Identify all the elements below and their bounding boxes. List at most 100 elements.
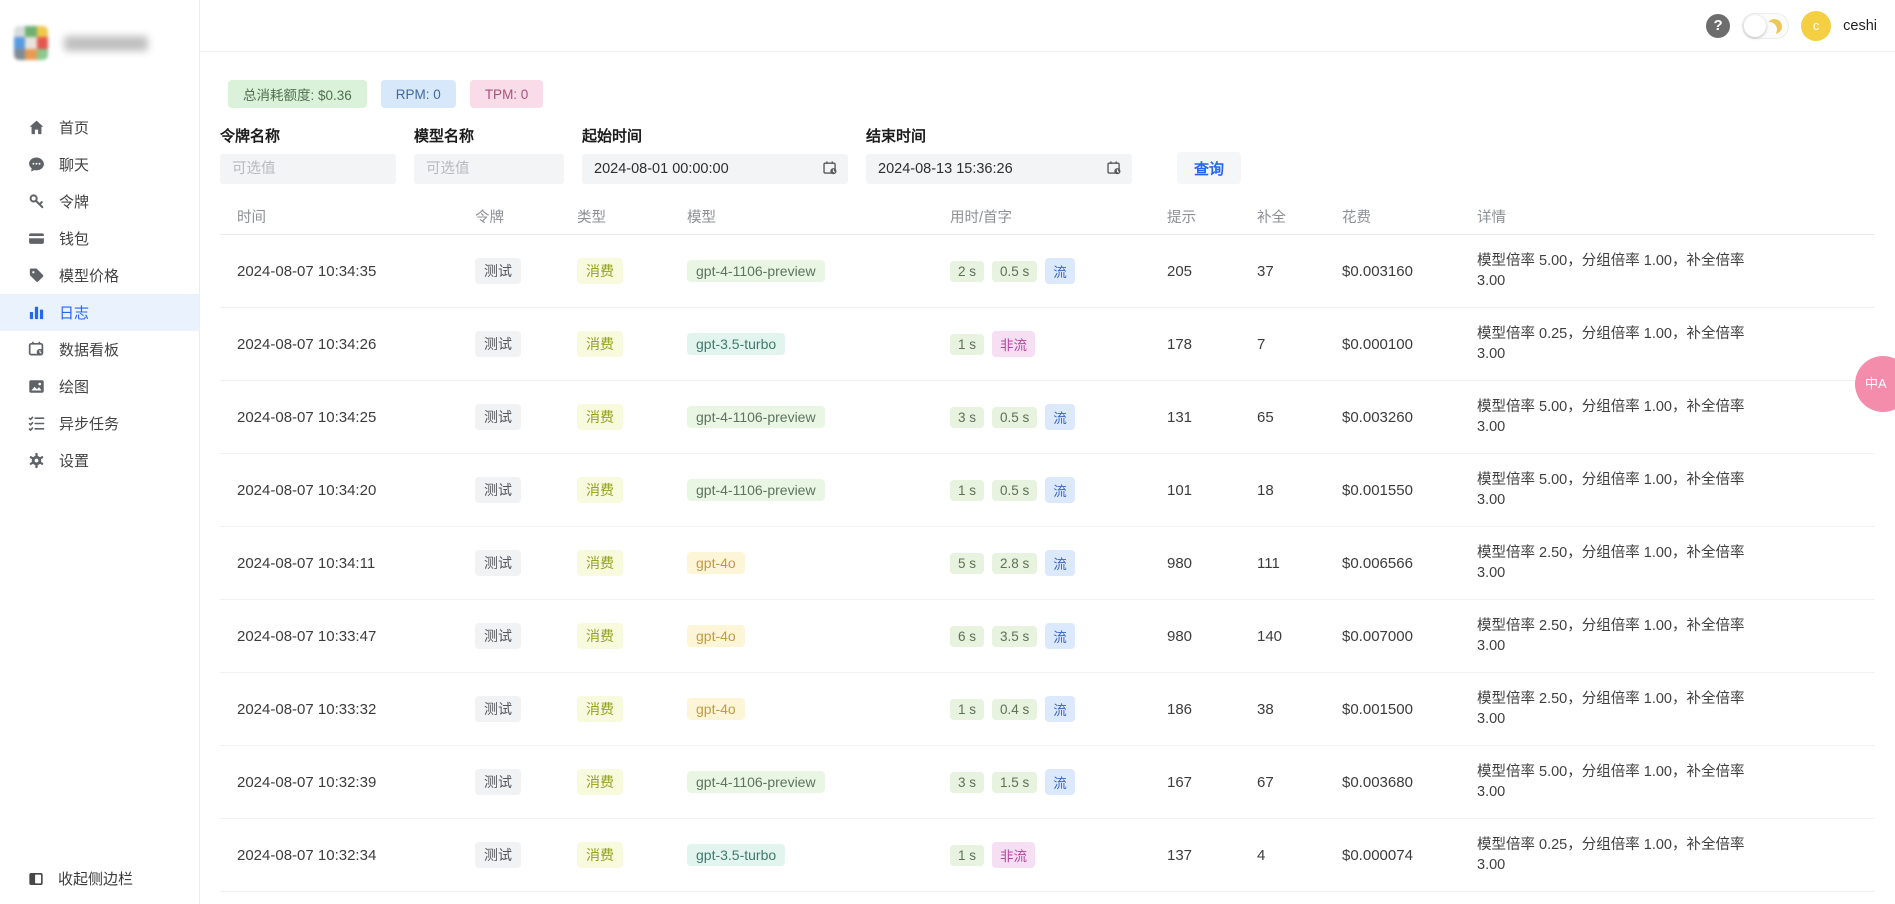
type-tag[interactable]: 消费 xyxy=(577,331,623,357)
sidebar-item-model-prices[interactable]: 模型价格 xyxy=(0,257,199,294)
calendar-icon[interactable] xyxy=(822,160,839,177)
model-tag[interactable]: gpt-4-1106-preview xyxy=(687,260,825,282)
completion-tokens: 111 xyxy=(1245,555,1330,572)
token-tag[interactable]: 测试 xyxy=(475,769,521,795)
completion-tokens: 37 xyxy=(1245,263,1330,280)
sidebar-item-label: 绘图 xyxy=(59,376,89,397)
key-icon xyxy=(27,192,46,211)
start-time-input[interactable] xyxy=(582,154,848,184)
model-name-input[interactable] xyxy=(414,154,564,184)
sidebar-item-settings[interactable]: 设置 xyxy=(0,442,199,479)
query-button[interactable]: 查询 xyxy=(1177,152,1241,184)
type-tag[interactable]: 消费 xyxy=(577,550,623,576)
token-tag[interactable]: 测试 xyxy=(475,258,521,284)
sidebar-item-chat[interactable]: 聊天 xyxy=(0,146,199,183)
type-tag[interactable]: 消费 xyxy=(577,696,623,722)
help-icon[interactable]: ? xyxy=(1706,14,1730,38)
prompt-tokens: 131 xyxy=(1155,409,1245,426)
cost-value: $0.003160 xyxy=(1330,263,1460,280)
username[interactable]: ceshi xyxy=(1843,18,1877,34)
table-row: 2024-08-07 10:34:11 测试 消费 gpt-4o 5 s 2.8… xyxy=(220,527,1875,600)
model-tag[interactable]: gpt-4o xyxy=(687,552,745,574)
table-row: 2024-08-07 10:32:39 测试 消费 gpt-4-1106-pre… xyxy=(220,746,1875,819)
model-name-label: 模型名称 xyxy=(414,125,564,146)
type-tag[interactable]: 消费 xyxy=(577,623,623,649)
cost-value: $0.000100 xyxy=(1330,336,1460,353)
col-completion: 补全 xyxy=(1245,206,1330,227)
log-time: 2024-08-07 10:34:20 xyxy=(220,482,458,499)
prompt-tokens: 167 xyxy=(1155,774,1245,791)
sidebar-nav: 首页 聊天 令牌 钱包 模型价格 日志 数据看板 绘图 xyxy=(0,109,199,479)
col-time: 时间 xyxy=(220,206,458,227)
avatar[interactable]: c xyxy=(1801,11,1831,41)
calendar-icon[interactable] xyxy=(1106,160,1123,177)
completion-tokens: 18 xyxy=(1245,482,1330,499)
first-token-badge: 0.5 s xyxy=(992,407,1037,428)
token-tag[interactable]: 测试 xyxy=(475,696,521,722)
sidebar-item-tokens[interactable]: 令牌 xyxy=(0,183,199,220)
log-time: 2024-08-07 10:34:25 xyxy=(220,409,458,426)
type-tag[interactable]: 消费 xyxy=(577,258,623,284)
detail-text: 模型倍率 5.00，分组倍率 1.00，补全倍率 3.00 xyxy=(1460,470,1875,511)
prompt-tokens: 101 xyxy=(1155,482,1245,499)
image-icon xyxy=(27,377,46,396)
prompt-tokens: 137 xyxy=(1155,847,1245,864)
sidebar-item-async-tasks[interactable]: 异步任务 xyxy=(0,405,199,442)
model-tag[interactable]: gpt-4o xyxy=(687,698,745,720)
wallet-icon xyxy=(27,229,46,248)
table-row: 2024-08-07 10:33:47 测试 消费 gpt-4o 6 s 3.5… xyxy=(220,600,1875,673)
detail-text: 模型倍率 5.00，分组倍率 1.00，补全倍率 3.00 xyxy=(1460,251,1875,292)
gear-icon xyxy=(27,451,46,470)
token-tag[interactable]: 测试 xyxy=(475,623,521,649)
model-tag[interactable]: gpt-4o xyxy=(687,625,745,647)
rpm-badge: RPM: 0 xyxy=(381,80,456,108)
first-token-badge: 1.5 s xyxy=(992,772,1037,793)
theme-toggle[interactable] xyxy=(1742,13,1789,39)
model-tag[interactable]: gpt-4-1106-preview xyxy=(687,479,825,501)
sidebar-item-drawing[interactable]: 绘图 xyxy=(0,368,199,405)
sidebar-item-logs[interactable]: 日志 xyxy=(0,294,199,331)
type-tag[interactable]: 消费 xyxy=(577,769,623,795)
home-icon xyxy=(27,118,46,137)
stats-row: 总消耗额度: $0.36 RPM: 0 TPM: 0 xyxy=(228,80,1875,108)
model-tag[interactable]: gpt-4-1106-preview xyxy=(687,771,825,793)
log-time: 2024-08-07 10:32:34 xyxy=(220,847,458,864)
sidebar-item-wallet[interactable]: 钱包 xyxy=(0,220,199,257)
model-tag[interactable]: gpt-3.5-turbo xyxy=(687,844,785,866)
table-header: 时间 令牌 类型 模型 用时/首字 提示 补全 花费 详情 xyxy=(220,199,1875,235)
token-tag[interactable]: 测试 xyxy=(475,331,521,357)
log-time: 2024-08-07 10:32:39 xyxy=(220,774,458,791)
token-tag[interactable]: 测试 xyxy=(475,404,521,430)
model-tag[interactable]: gpt-3.5-turbo xyxy=(687,333,785,355)
type-tag[interactable]: 消费 xyxy=(577,404,623,430)
latency-badge: 1 s xyxy=(950,334,984,355)
first-token-badge: 0.5 s xyxy=(992,480,1037,501)
completion-tokens: 7 xyxy=(1245,336,1330,353)
first-token-badge: 2.8 s xyxy=(992,553,1037,574)
sidebar-item-dashboard[interactable]: 数据看板 xyxy=(0,331,199,368)
cost-value: $0.001550 xyxy=(1330,482,1460,499)
completion-tokens: 65 xyxy=(1245,409,1330,426)
col-prompt: 提示 xyxy=(1155,206,1245,227)
token-tag[interactable]: 测试 xyxy=(475,550,521,576)
stream-badge: 流 xyxy=(1045,550,1075,576)
col-cost: 花费 xyxy=(1330,206,1460,227)
model-tag[interactable]: gpt-4-1106-preview xyxy=(687,406,825,428)
token-name-input[interactable] xyxy=(220,154,396,184)
col-detail: 详情 xyxy=(1460,206,1875,227)
log-time: 2024-08-07 10:34:26 xyxy=(220,336,458,353)
sidebar-item-label: 设置 xyxy=(59,450,89,471)
sidebar-item-home[interactable]: 首页 xyxy=(0,109,199,146)
latency-badge: 5 s xyxy=(950,553,984,574)
token-tag[interactable]: 测试 xyxy=(475,477,521,503)
type-tag[interactable]: 消费 xyxy=(577,477,623,503)
latency-badge: 1 s xyxy=(950,699,984,720)
collapse-sidebar-button[interactable]: 收起侧边栏 xyxy=(0,860,199,897)
token-tag[interactable]: 测试 xyxy=(475,842,521,868)
prompt-tokens: 980 xyxy=(1155,628,1245,645)
brand xyxy=(0,0,199,60)
table-row: 2024-08-07 10:34:20 测试 消费 gpt-4-1106-pre… xyxy=(220,454,1875,527)
type-tag[interactable]: 消费 xyxy=(577,842,623,868)
end-time-input[interactable] xyxy=(866,154,1132,184)
table-row: 2024-08-07 10:34:26 测试 消费 gpt-3.5-turbo … xyxy=(220,308,1875,381)
